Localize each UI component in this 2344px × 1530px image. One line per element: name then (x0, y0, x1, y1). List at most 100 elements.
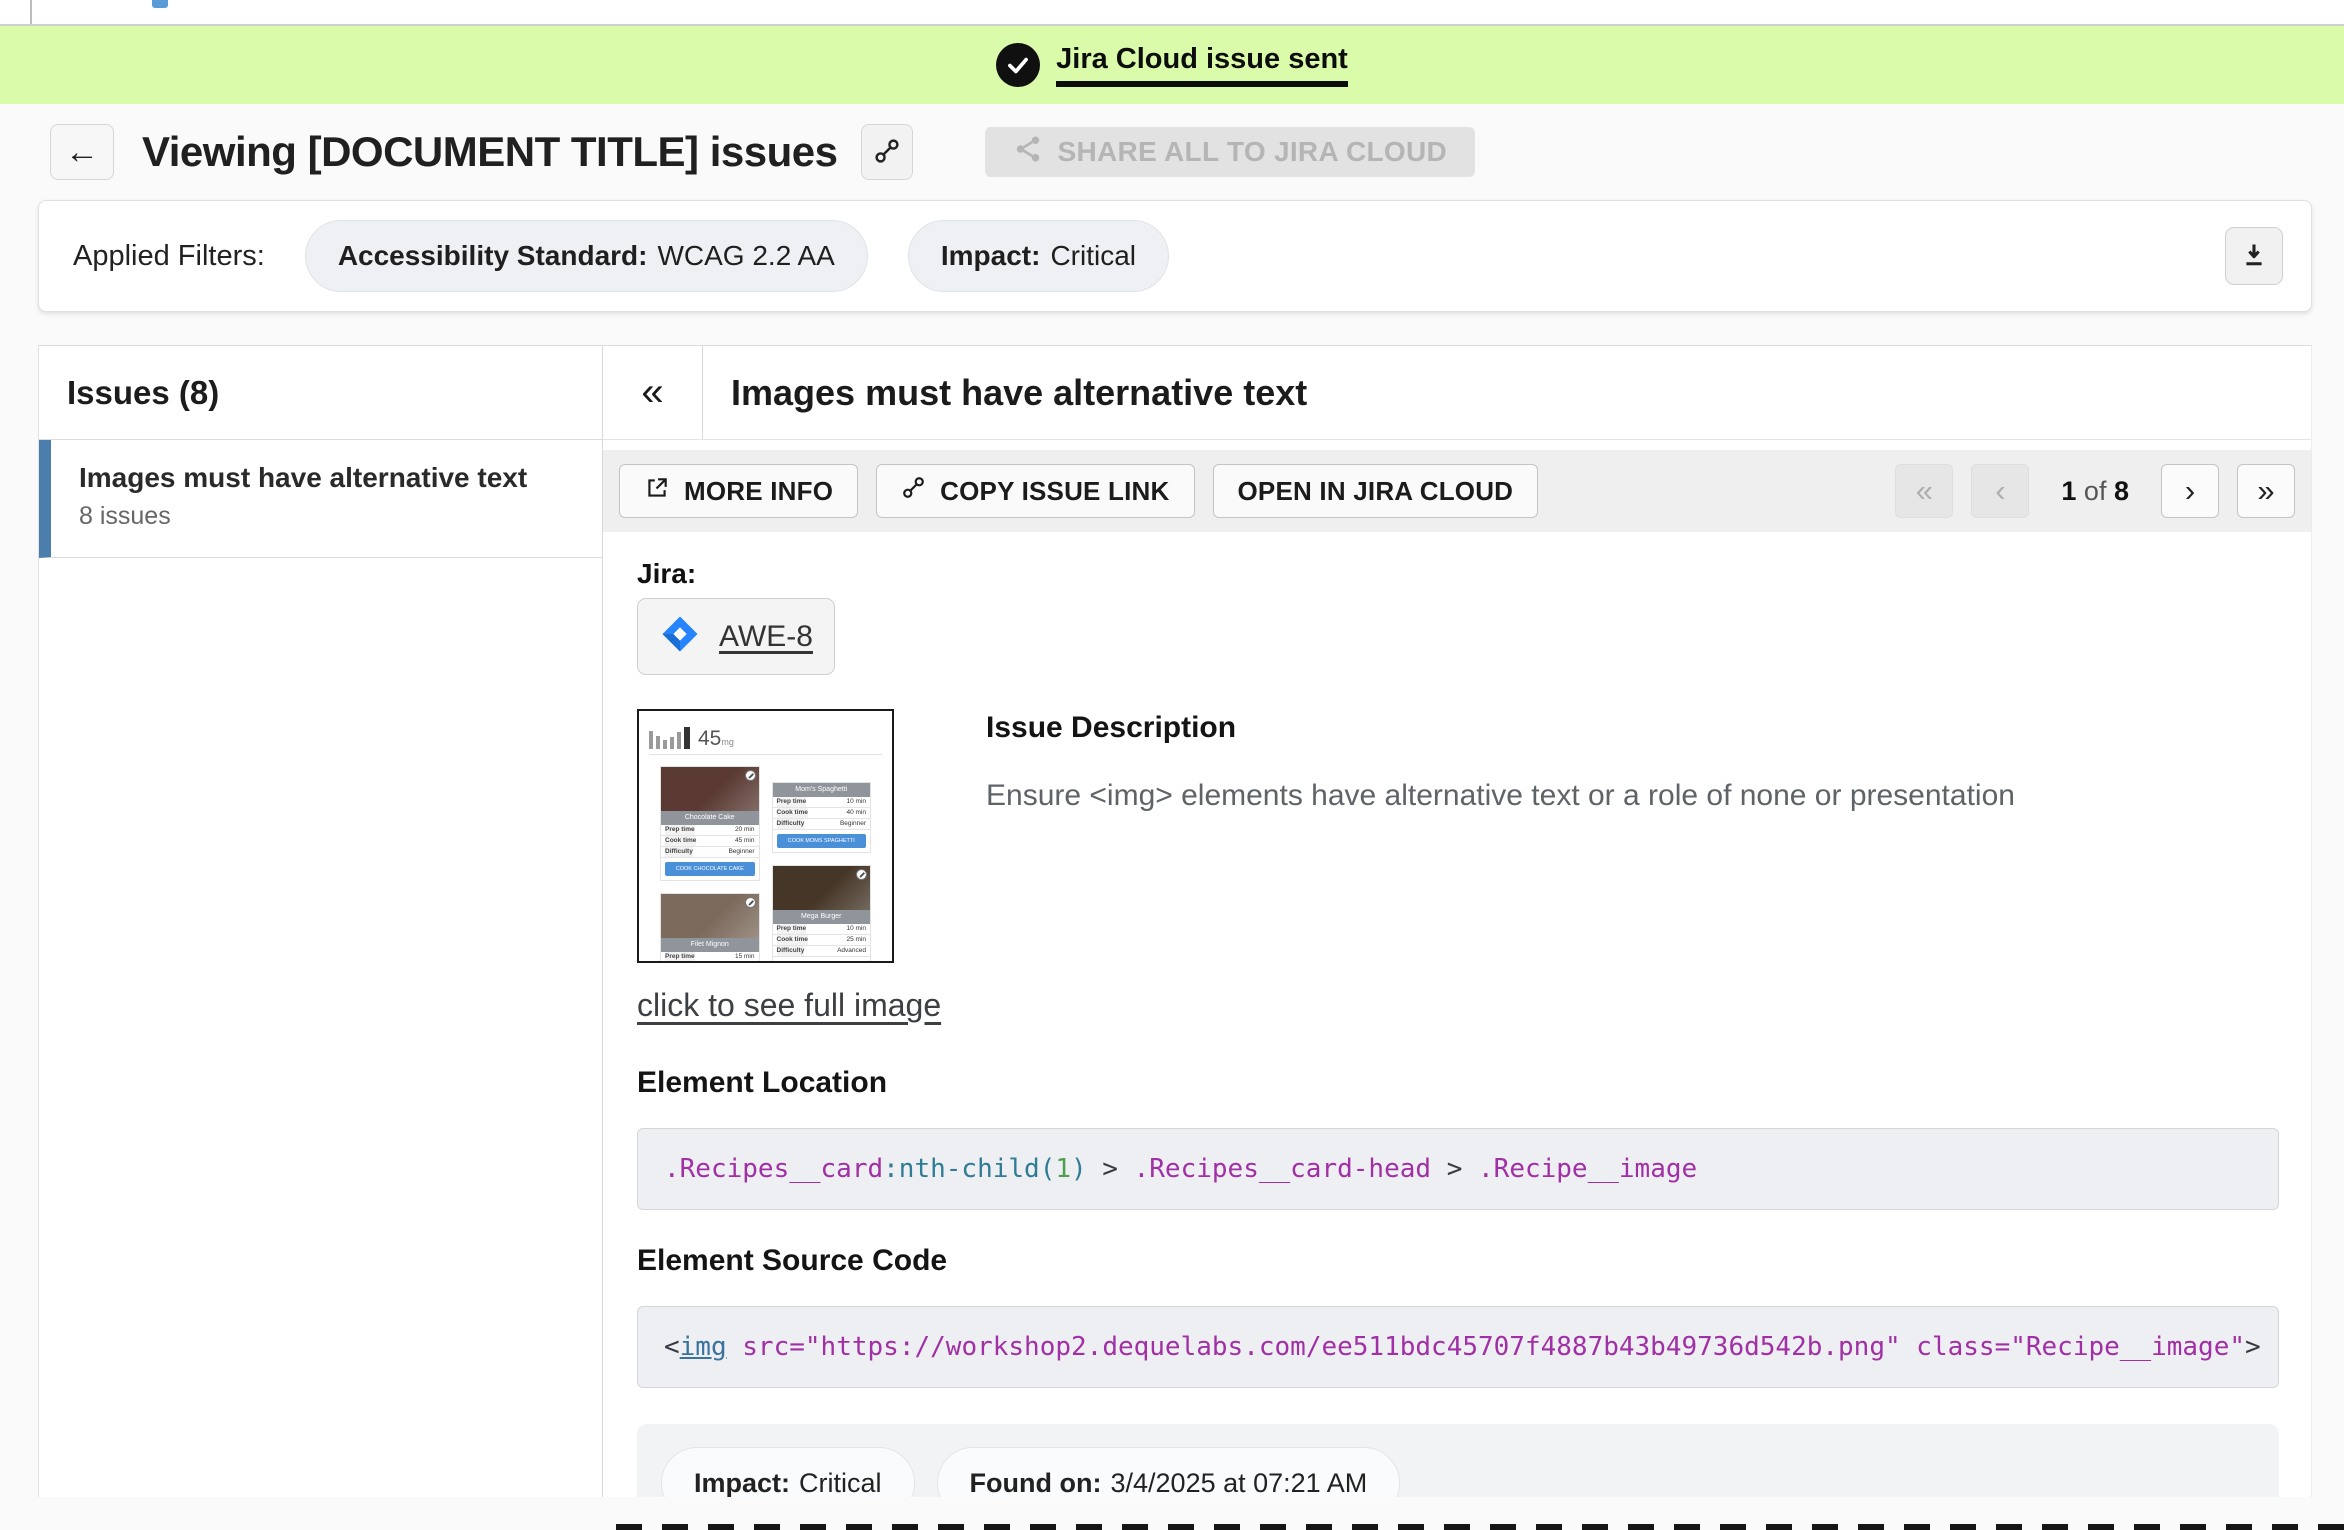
edit-pencil-icon (745, 770, 756, 781)
jira-issue-key-link[interactable]: AWE-8 (719, 620, 813, 654)
recipe-info-row: DifficultyBeginner (661, 847, 759, 858)
recipe-card-title: Mega Burger (773, 910, 871, 924)
impact-chip: Impact: Critical (661, 1447, 915, 1497)
collapse-sidebar-button[interactable]: « (603, 346, 703, 439)
filter-chip-name: Accessibility Standard: (338, 240, 648, 272)
recipe-card-title: Chocolate Cake (661, 811, 759, 825)
recipe-photo (773, 866, 871, 910)
open-in-jira-cloud-button[interactable]: OPEN IN JIRA CLOUD (1213, 464, 1539, 518)
more-info-label: MORE INFO (684, 476, 833, 507)
pagination-current: 1 (2061, 476, 2076, 506)
element-location-heading: Element Location (637, 1066, 2295, 1100)
share-icon (1013, 134, 1043, 171)
filter-chip-accessibility-standard[interactable]: Accessibility Standard: WCAG 2.2 AA (305, 220, 868, 292)
code-token: < (664, 1332, 680, 1362)
recipe-card-title: Mom's Spaghetti (773, 783, 871, 797)
thumbnail-stat-header: 45mg (649, 719, 882, 755)
filter-chip-value: Critical (1050, 240, 1136, 272)
recipe-info-row: DifficultyAdvanced (773, 946, 871, 957)
pagination-next-button[interactable]: › (2161, 464, 2219, 518)
main-area: Issues (8) Images must have alternative … (38, 345, 2312, 1497)
issue-description-heading: Issue Description (986, 711, 2015, 745)
recipe-info-row: Prep time15 min (661, 952, 759, 963)
copy-issue-link-button[interactable]: COPY ISSUE LINK (876, 464, 1194, 518)
found-on-chip-label: Found on: (970, 1468, 1102, 1498)
code-token: 1 (1055, 1154, 1071, 1184)
recipe-info-row: Prep time20 min (661, 825, 759, 836)
copy-issue-link-label: COPY ISSUE LINK (940, 476, 1169, 507)
element-source-code: <img src="https://workshop2.dequelabs.co… (637, 1306, 2279, 1388)
jira-label: Jira: (637, 558, 2295, 590)
detail-header: « Images must have alternative text (603, 346, 2311, 440)
pagination-last-button[interactable]: » (2237, 464, 2295, 518)
code-token: "Recipe__image" (2010, 1332, 2245, 1362)
impact-chip-value: Critical (799, 1468, 882, 1498)
impact-chip-label: Impact: (694, 1468, 790, 1498)
top-partial-strip (0, 0, 2344, 26)
recipe-info-row: Cook time25 min (773, 935, 871, 946)
share-button-label: SHARE ALL TO JIRA CLOUD (1057, 136, 1447, 168)
issues-panel-header: Issues (8) (39, 346, 602, 440)
open-in-jira-label: OPEN IN JIRA CLOUD (1238, 476, 1514, 507)
link-icon (901, 475, 926, 507)
recipe-info-row: Cook time40 min (773, 808, 871, 819)
code-token: img (680, 1332, 727, 1362)
element-source-heading: Element Source Code (637, 1244, 2295, 1278)
filter-chip-value: WCAG 2.2 AA (657, 240, 834, 272)
recipe-photo (661, 767, 759, 811)
issues-panel: Issues (8) Images must have alternative … (39, 346, 603, 1497)
jira-success-banner: Jira Cloud issue sent (0, 26, 2344, 104)
recipe-card-thumbnail: Chocolate CakePrep time20 minCook time45… (661, 767, 759, 880)
pagination-of: of (2084, 476, 2107, 506)
recipe-cook-button: COOK CHOCOLATE CAKE (665, 862, 755, 876)
page-header: ← Viewing [DOCUMENT TITLE] issues SHARE … (0, 104, 2344, 200)
code-token: :nth-child( (883, 1154, 1055, 1184)
external-link-icon (644, 475, 670, 508)
success-check-icon (996, 43, 1040, 87)
top-strip-divider (30, 0, 32, 24)
recipe-card-title: Filet Mignon (661, 938, 759, 952)
issue-screenshot-thumbnail[interactable]: 45mg Chocolate CakePrep time20 minCook t… (637, 709, 894, 963)
detail-content: Jira: AWE-8 45mg (603, 532, 2311, 1497)
code-token: > (1087, 1154, 1134, 1184)
code-token: .Recipes__card (664, 1154, 883, 1184)
more-info-button[interactable]: MORE INFO (619, 464, 858, 518)
issues-panel-title: Issues (8) (67, 374, 219, 412)
thumbnail-recipe-grid: Chocolate CakePrep time20 minCook time45… (649, 767, 882, 963)
edit-pencil-icon (745, 897, 756, 908)
back-button[interactable]: ← (50, 124, 114, 180)
found-on-chip-value: 3/4/2025 at 07:21 AM (1111, 1468, 1368, 1498)
code-token: src= (742, 1332, 805, 1362)
recipe-card-thumbnail: Mom's SpaghettiPrep time10 minCook time4… (773, 783, 871, 852)
code-token: ) (1071, 1154, 1087, 1184)
issue-item-count: 8 issues (79, 502, 592, 531)
edit-pencil-icon (856, 869, 867, 880)
full-image-link[interactable]: click to see full image (637, 987, 941, 1024)
link-icon (873, 137, 901, 168)
code-token (1901, 1332, 1917, 1362)
recipe-cook-button: COOK MOMS SPAGHETTI (777, 834, 867, 848)
thumbnail-stat-value: 45mg (698, 728, 734, 749)
issue-item-title: Images must have alternative text (79, 462, 592, 494)
thumbnail-column: Chocolate CakePrep time20 minCook time45… (661, 767, 759, 963)
element-location-code: .Recipes__card:nth-child(1) > .Recipes__… (637, 1128, 2279, 1210)
pagination-status: 1 of 8 (2061, 476, 2129, 507)
applied-filters-bar: Applied Filters: Accessibility Standard:… (38, 200, 2312, 312)
download-report-button[interactable] (2225, 227, 2283, 285)
jira-issue-sent-link[interactable]: Jira Cloud issue sent (1056, 43, 1348, 87)
issue-list-item-selected[interactable]: Images must have alternative text 8 issu… (39, 440, 602, 558)
filter-chip-name: Impact: (941, 240, 1041, 272)
pagination-first-button: « (1895, 464, 1953, 518)
found-on-chip: Found on: 3/4/2025 at 07:21 AM (937, 1447, 1401, 1497)
issue-detail-panel: « Images must have alternative text MORE… (603, 346, 2311, 1497)
thumbnail-bars (649, 727, 690, 749)
applied-filters-label: Applied Filters: (73, 240, 265, 273)
filter-chip-impact[interactable]: Impact: Critical (908, 220, 1169, 292)
jira-issue-chip[interactable]: AWE-8 (637, 598, 835, 675)
description-column: Issue Description Ensure <img> elements … (986, 709, 2015, 963)
copy-page-link-button[interactable] (861, 124, 913, 180)
top-strip-blue-fragment (152, 0, 168, 8)
code-token: .Recipe__image (1478, 1154, 1697, 1184)
recipe-card-thumbnail: Mega BurgerPrep time10 minCook time25 mi… (773, 866, 871, 963)
share-all-to-jira-button[interactable]: SHARE ALL TO JIRA CLOUD (985, 127, 1475, 177)
